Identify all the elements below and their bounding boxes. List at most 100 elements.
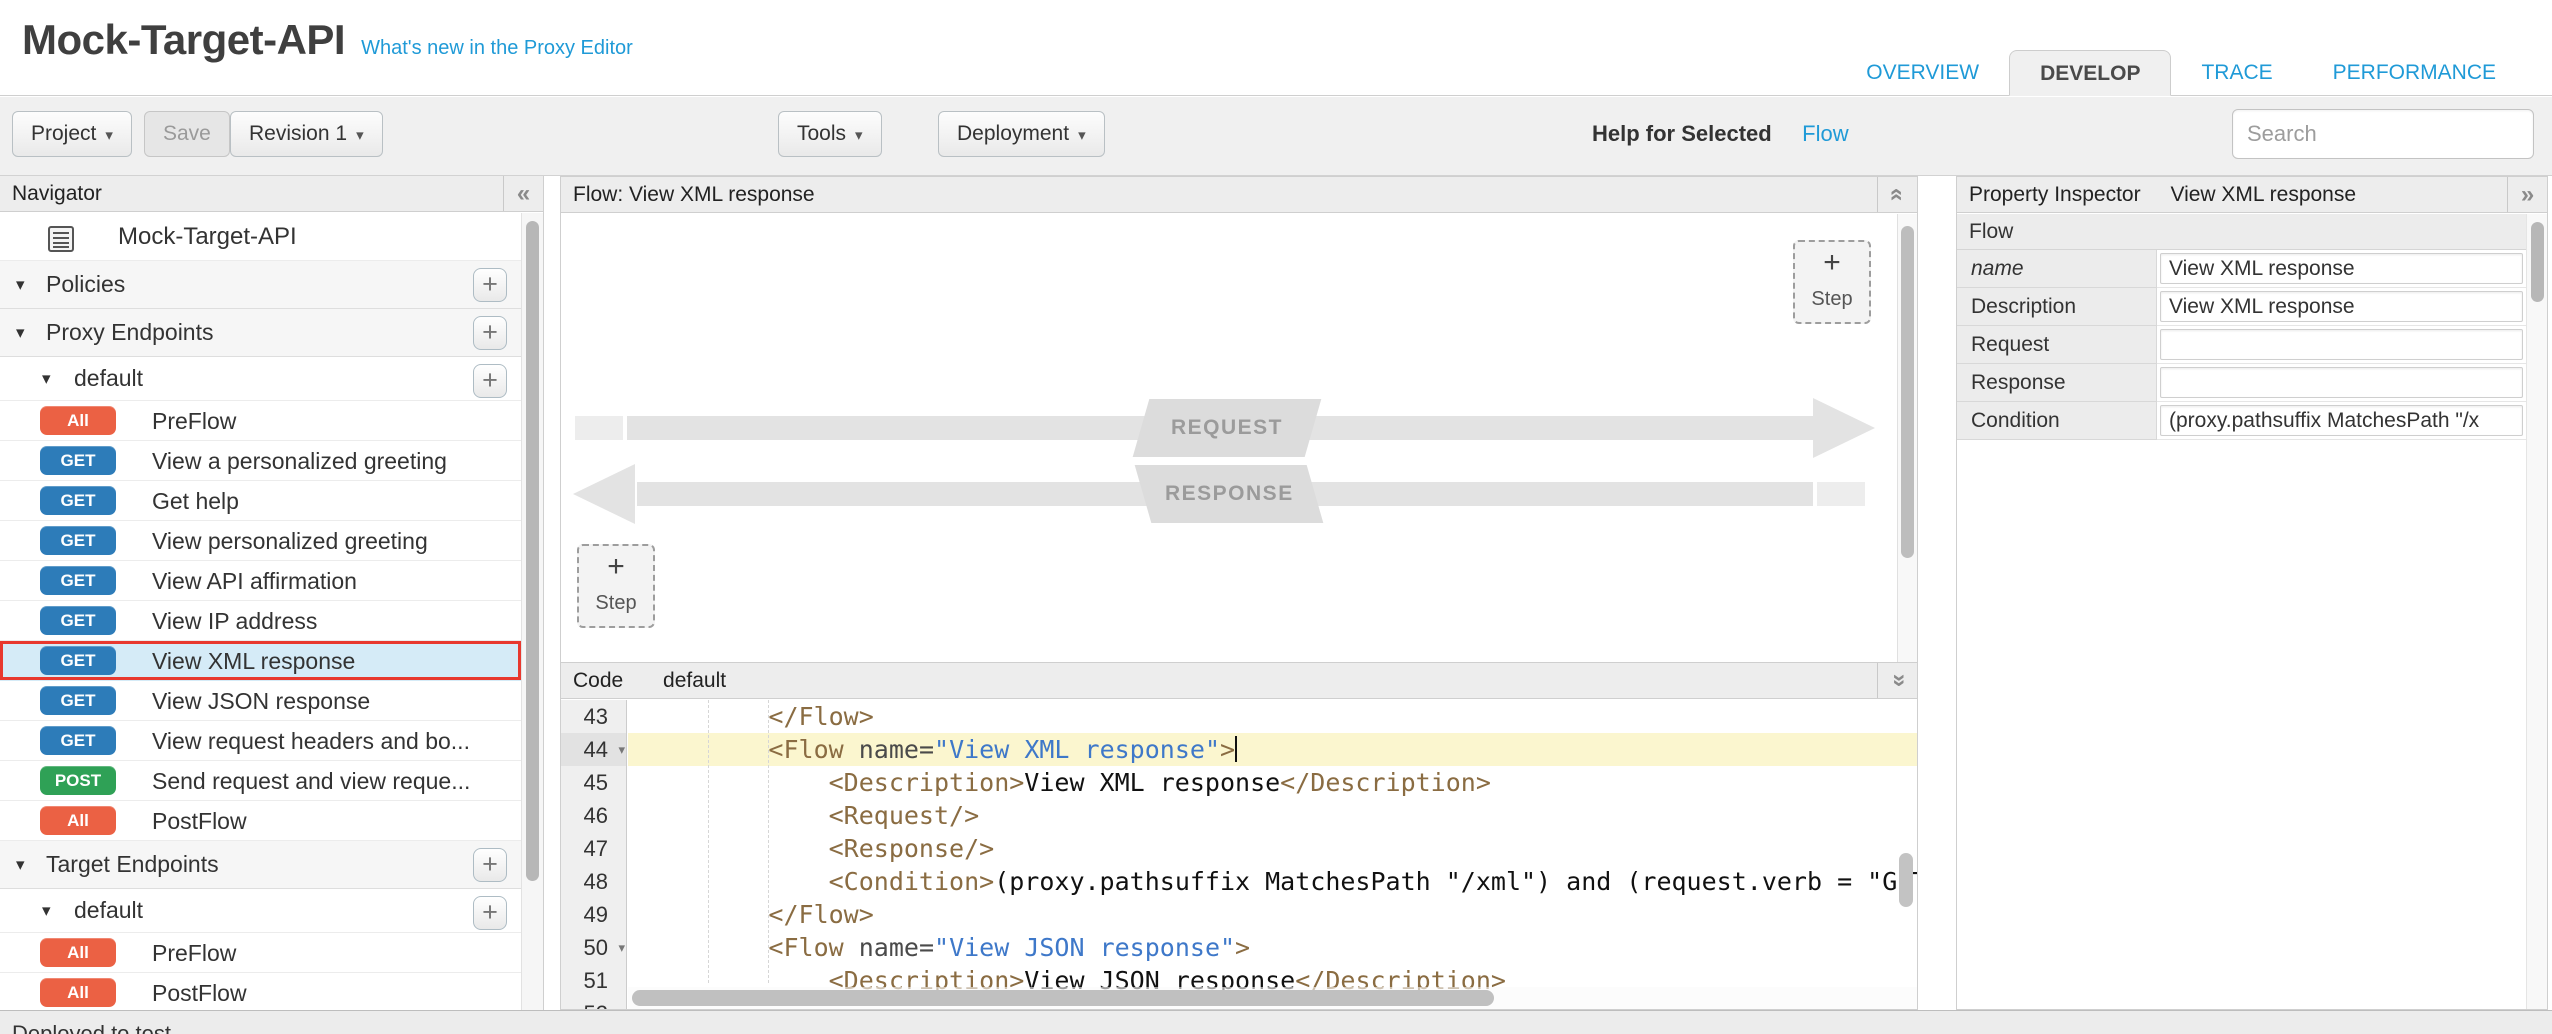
title-row: Mock-Target-API What's new in the Proxy … — [22, 16, 633, 64]
navigator-flow-view-json-response[interactable]: GETView JSON response — [0, 681, 521, 721]
code-token — [844, 735, 859, 764]
flow-name-label: Send request and view reque... — [152, 768, 470, 794]
code-line-47[interactable]: <Response/> — [628, 832, 1917, 865]
flow-name-label: View JSON response — [152, 688, 370, 714]
collapse-inspector-icon[interactable]: » — [2507, 177, 2547, 212]
code-line-46[interactable]: <Request/> — [628, 799, 1917, 832]
code-hscrollbar — [628, 987, 1917, 1009]
navigator-flow-postflow[interactable]: AllPostFlow — [0, 801, 521, 841]
navigator-flow-preflow[interactable]: AllPreFlow — [0, 401, 521, 441]
section-proxy-endpoints[interactable]: ▾ Proxy Endpoints + — [0, 309, 521, 357]
code-vscrollbar-thumb[interactable] — [1899, 853, 1913, 907]
tools-button[interactable]: Tools▾ — [778, 111, 882, 157]
section-target-endpoints[interactable]: ▾ Target Endpoints + — [0, 841, 521, 889]
flow-name-label: View request headers and bo... — [152, 728, 470, 754]
navigator-scrollbar-thumb[interactable] — [526, 221, 539, 881]
line-number: 47 — [584, 836, 608, 861]
response-bar-stub — [1817, 482, 1865, 506]
method-badge: All — [40, 806, 116, 835]
inspector-field-value-cell: (proxy.pathsuffix MatchesPath "/x — [2157, 402, 2526, 440]
property-inspector-body: Flow nameView XML responseDescriptionVie… — [1957, 214, 2526, 1009]
flow-panel: Flow: View XML response « REQUEST RESPON… — [560, 176, 1918, 663]
help-flow-link[interactable]: Flow — [1802, 121, 1848, 146]
line-number: 43 — [584, 704, 608, 729]
section-policies[interactable]: ▾ Policies + — [0, 261, 521, 309]
add-policy-button[interactable]: + — [473, 268, 507, 302]
method-badge: GET — [40, 526, 116, 555]
navigator-flow-view-request-headers-and-bo[interactable]: GET View request headers and bo... — [0, 721, 521, 761]
fold-toggle-icon[interactable]: ▾ — [618, 931, 625, 964]
disclosure-icon[interactable]: ▾ — [16, 309, 25, 356]
expand-code-panel-icon[interactable]: « — [1877, 663, 1917, 698]
navigator-flow-preflow[interactable]: AllPreFlow — [0, 933, 521, 973]
navigator-proxy-root[interactable]: Mock-Target-API — [0, 213, 521, 261]
response-arrowhead-icon — [573, 464, 635, 524]
disclosure-icon[interactable]: ▾ — [42, 889, 51, 932]
line-number: 51 — [584, 968, 608, 993]
flow-name-label: PostFlow — [152, 980, 247, 1006]
navigator-flow-send-request-and-view-reque[interactable]: POSTSend request and view reque... — [0, 761, 521, 801]
code-line-49[interactable]: </Flow> — [628, 898, 1917, 931]
inspector-field-input[interactable]: View XML response — [2160, 253, 2523, 284]
request-bar-stub — [575, 416, 623, 440]
line-number-47: 47 — [561, 832, 626, 865]
code-editor[interactable]: </Flow> <Flow name="View XML response"> … — [628, 700, 1917, 1009]
code-token: View XML response — [1024, 768, 1280, 797]
tab-overview[interactable]: OVERVIEW — [1836, 50, 2009, 96]
tools-button-label: Tools — [797, 122, 846, 145]
add-proxy-endpoint-button[interactable]: + — [473, 316, 507, 350]
navigator-flow-view-xml-response[interactable]: GETView XML response — [0, 641, 521, 681]
inspector-field-input[interactable] — [2160, 329, 2523, 360]
navigator-flow-view-a-personalized-greeting[interactable]: GETView a personalized greeting — [0, 441, 521, 481]
flow-name-label: View personalized greeting — [152, 528, 428, 554]
target-endpoint-default[interactable]: ▾ default + — [0, 889, 521, 933]
save-button[interactable]: Save — [144, 111, 230, 157]
line-number-48: 48 — [561, 865, 626, 898]
inspector-field-label: Request — [1957, 326, 2157, 364]
indent — [648, 768, 829, 797]
fold-toggle-icon[interactable]: ▾ — [618, 733, 625, 766]
add-target-endpoint-button[interactable]: + — [473, 848, 507, 882]
navigator-flow-view-ip-address[interactable]: GETView IP address — [0, 601, 521, 641]
code-line-45[interactable]: <Description>View XML response</Descript… — [628, 766, 1917, 799]
inspector-row-request: Request — [1957, 326, 2526, 364]
disclosure-icon[interactable]: ▾ — [16, 261, 25, 308]
project-button-label: Project — [31, 122, 96, 145]
indent — [648, 834, 829, 863]
save-button-label: Save — [163, 122, 211, 145]
tab-performance[interactable]: PERFORMANCE — [2303, 50, 2526, 96]
project-button[interactable]: Project▾ — [12, 111, 132, 157]
disclosure-icon[interactable]: ▾ — [16, 841, 25, 888]
help-for-selected: Help for Selected Flow — [1592, 111, 1849, 157]
revision-button[interactable]: Revision 1▾ — [230, 111, 383, 157]
add-proxy-flow-button[interactable]: + — [473, 364, 507, 398]
navigator-flow-view-personalized-greeting[interactable]: GET View personalized greeting — [0, 521, 521, 561]
proxy-endpoint-default[interactable]: ▾ default + — [0, 357, 521, 401]
code-hscrollbar-thumb[interactable] — [632, 990, 1494, 1006]
collapse-navigator-icon[interactable]: « — [503, 176, 543, 211]
navigator-flow-get-help[interactable]: GETGet help — [0, 481, 521, 521]
tab-trace[interactable]: TRACE — [2171, 50, 2302, 96]
code-line-50[interactable]: <Flow name="View JSON response"> — [628, 931, 1917, 964]
flow-scrollbar-thumb[interactable] — [1901, 226, 1914, 558]
inspector-field-input[interactable] — [2160, 367, 2523, 398]
add-step-button-response[interactable]: + Step — [577, 544, 655, 628]
whats-new-link[interactable]: What's new in the Proxy Editor — [361, 37, 633, 60]
search-input[interactable] — [2232, 109, 2534, 159]
inspector-field-input[interactable]: (proxy.pathsuffix MatchesPath "/x — [2160, 405, 2523, 436]
method-badge: GET — [40, 726, 116, 755]
add-step-button-request[interactable]: + Step — [1793, 240, 1871, 324]
inspector-scrollbar-thumb[interactable] — [2531, 222, 2544, 302]
code-line-48[interactable]: <Condition>(proxy.pathsuffix MatchesPath… — [628, 865, 1917, 898]
add-target-flow-button[interactable]: + — [473, 896, 507, 930]
inspector-field-input[interactable]: View XML response — [2160, 291, 2523, 322]
deployment-button[interactable]: Deployment▾ — [938, 111, 1105, 157]
disclosure-icon[interactable]: ▾ — [42, 357, 51, 400]
navigator-flow-view-api-affirmation[interactable]: GETView API affirmation — [0, 561, 521, 601]
navigator-flow-postflow[interactable]: AllPostFlow — [0, 973, 521, 1010]
tab-develop[interactable]: DEVELOP — [2009, 50, 2171, 96]
code-line-44[interactable]: <Flow name="View XML response"> — [628, 733, 1917, 766]
code-line-43[interactable]: </Flow> — [628, 700, 1917, 733]
line-number-45: 45 — [561, 766, 626, 799]
collapse-flow-panel-icon[interactable]: « — [1877, 177, 1917, 212]
